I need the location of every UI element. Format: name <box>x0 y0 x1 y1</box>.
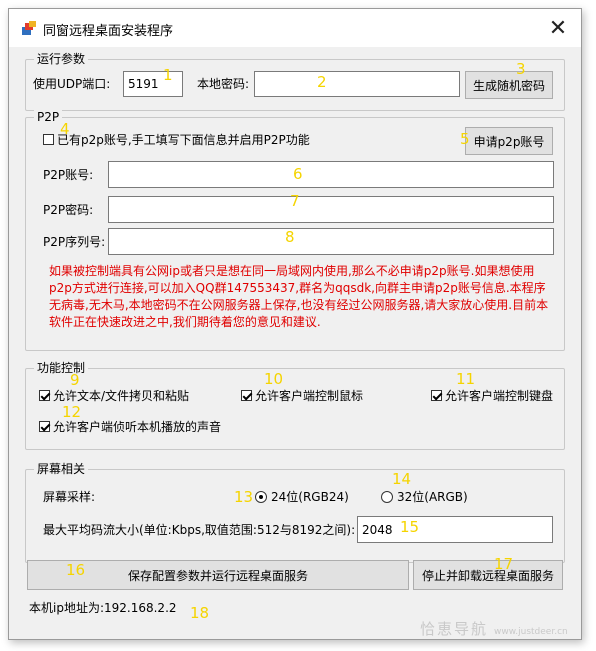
watermark: 恰恵导航 www.justdeer.cn <box>420 618 568 639</box>
marker-2: 2 <box>317 73 327 91</box>
marker-1: 1 <box>163 66 173 84</box>
marker-17: 17 <box>494 555 514 573</box>
installer-window: 同窗远程桌面安装程序 ✕ 运行参数 使用UDP端口: 本地密码: 生成随机密码 … <box>8 8 582 640</box>
control-legend: 功能控制 <box>34 360 89 376</box>
sampling-32-radio[interactable]: 32位(ARGB) <box>381 488 468 506</box>
marker-4: 4 <box>60 120 70 138</box>
marker-7: 7 <box>290 192 300 210</box>
close-button[interactable]: ✕ <box>535 9 581 47</box>
marker-8: 8 <box>285 228 295 246</box>
sampling-label: 屏幕采样: <box>43 490 96 504</box>
close-icon: ✕ <box>548 15 568 41</box>
allow-keyboard-label: 允许客户端控制键盘 <box>445 389 554 403</box>
local-ip-text: 本机ip地址为:192.168.2.2 <box>29 601 177 615</box>
p2p-account-input[interactable] <box>108 161 554 188</box>
p2p-note: 如果被控制端具有公网ip或者只是想在同一局域网内使用,那么不必申请p2p账号.如… <box>49 264 549 329</box>
allow-audio-label: 允许客户端侦听本机播放的声音 <box>53 420 222 434</box>
window-title: 同窗远程桌面安装程序 <box>43 24 174 39</box>
allow-keyboard-checkbox[interactable]: 允许客户端控制键盘 <box>431 387 553 405</box>
udp-port-input[interactable] <box>123 71 183 97</box>
title-bar[interactable]: 同窗远程桌面安装程序 ✕ <box>9 9 581 47</box>
run-params-legend: 运行参数 <box>34 51 89 67</box>
allow-audio-check[interactable] <box>39 421 50 432</box>
has-p2p-account-checkbox[interactable]: 已有p2p账号,手工填写下面信息并启用P2P功能 <box>43 131 310 149</box>
p2p-account-label: P2P账号: <box>43 168 94 182</box>
marker-10: 10 <box>264 370 284 388</box>
allow-mouse-checkbox[interactable]: 允许客户端控制鼠标 <box>241 387 363 405</box>
marker-16: 16 <box>66 561 86 579</box>
allow-clipboard-check[interactable] <box>39 390 50 401</box>
has-p2p-account-check[interactable] <box>43 134 54 145</box>
p2p-password-label: P2P密码: <box>43 203 94 217</box>
control-group: 功能控制 <box>25 360 565 450</box>
marker-13: 13 <box>234 488 254 506</box>
watermark-url: www.justdeer.cn <box>494 627 568 637</box>
sampling-32-label: 32位(ARGB) <box>397 490 468 504</box>
bitrate-label: 最大平均码流大小(单位:Kbps,取值范围:512与8192之间): <box>43 523 356 537</box>
p2p-legend: P2P <box>34 109 63 125</box>
allow-keyboard-check[interactable] <box>431 390 442 401</box>
apply-p2p-account-button[interactable]: 申请p2p账号 <box>465 127 553 155</box>
p2p-password-input[interactable] <box>108 196 554 223</box>
local-password-input[interactable] <box>254 71 460 97</box>
allow-clipboard-label: 允许文本/文件拷贝和粘贴 <box>53 389 190 403</box>
p2p-serial-input[interactable] <box>108 228 554 255</box>
local-password-label: 本地密码: <box>197 77 250 91</box>
marker-5: 5 <box>460 130 470 148</box>
marker-6: 6 <box>293 165 303 183</box>
bitrate-input[interactable] <box>357 516 553 543</box>
allow-mouse-check[interactable] <box>241 390 252 401</box>
p2p-serial-label: P2P序列号: <box>43 235 106 249</box>
allow-mouse-label: 允许客户端控制鼠标 <box>255 389 364 403</box>
sampling-32-dot[interactable] <box>381 491 393 503</box>
marker-12: 12 <box>62 403 82 421</box>
watermark-text: 恰恵导航 <box>420 620 489 638</box>
marker-3: 3 <box>516 60 526 78</box>
marker-11: 11 <box>456 370 476 388</box>
app-icon <box>22 21 36 35</box>
marker-9: 9 <box>70 371 80 389</box>
generate-password-button[interactable]: 生成随机密码 <box>465 71 553 99</box>
stop-and-uninstall-button[interactable]: 停止并卸载远程桌面服务 <box>413 560 563 590</box>
has-p2p-account-label: 已有p2p账号,手工填写下面信息并启用P2P功能 <box>57 133 310 147</box>
marker-18: 18 <box>190 604 210 622</box>
screen-legend: 屏幕相关 <box>34 461 89 477</box>
sampling-24-label: 24位(RGB24) <box>271 490 349 504</box>
udp-port-label: 使用UDP端口: <box>33 77 111 91</box>
sampling-24-dot[interactable] <box>255 491 267 503</box>
sampling-24-radio[interactable]: 24位(RGB24) <box>255 488 349 506</box>
marker-15: 15 <box>400 518 420 536</box>
marker-14: 14 <box>392 470 412 488</box>
